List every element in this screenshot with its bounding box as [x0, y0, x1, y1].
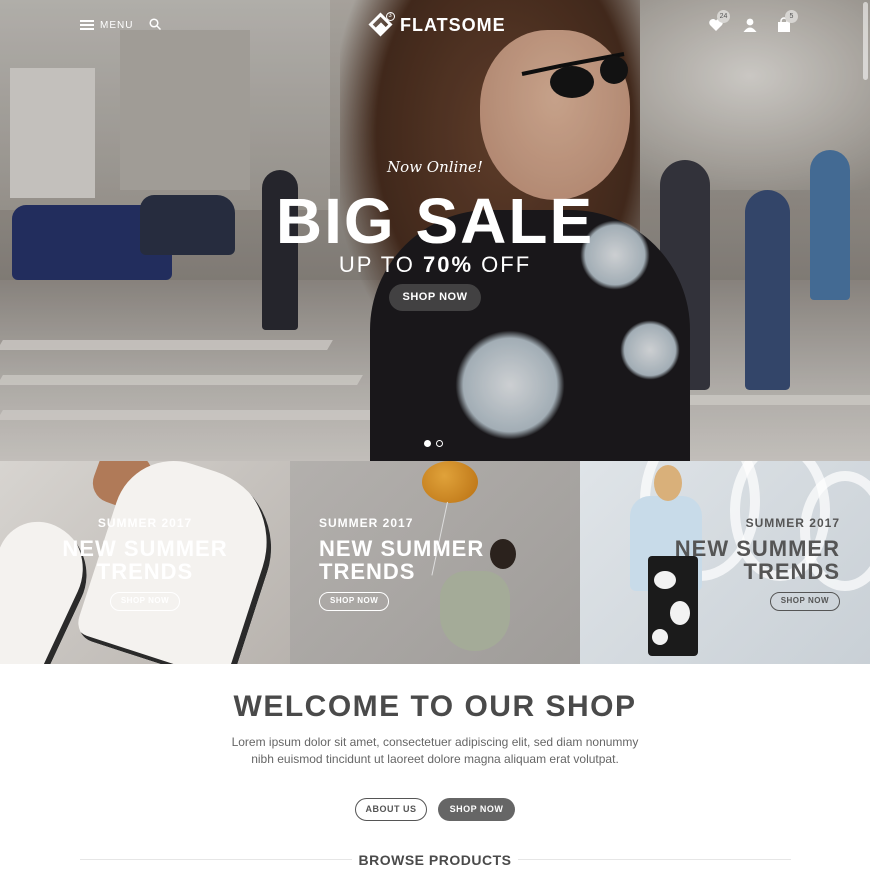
- banner-balloon[interactable]: SUMMER 2017 NEW SUMMER TRENDS SHOP NOW: [290, 461, 580, 664]
- banner-title-line: TRENDS: [96, 559, 194, 584]
- site-logo[interactable]: 3 FLATSOME: [368, 10, 506, 40]
- hero-subtitle-prefix: UP TO: [338, 252, 415, 277]
- logo-text: FLATSOME: [400, 14, 506, 35]
- banner-kicker: SUMMER 2017: [97, 516, 193, 530]
- user-icon[interactable]: [742, 17, 758, 33]
- banner-title: NEW SUMMER TRENDS: [56, 537, 234, 583]
- banner-title: NEW SUMMER TRENDS: [640, 537, 840, 583]
- search-icon[interactable]: [149, 18, 161, 30]
- balloon-image: [422, 461, 478, 503]
- logo-badge: 3: [386, 12, 395, 21]
- banner-kicker: SUMMER 2017: [745, 516, 840, 530]
- banner-model[interactable]: SUMMER 2017 NEW SUMMER TRENDS SHOP NOW: [580, 461, 870, 664]
- cart-count-badge: 5: [785, 10, 798, 23]
- hero-title: BIG SALE: [275, 185, 595, 257]
- wishlist-count-badge: 24: [717, 10, 730, 23]
- banner-shop-now-button[interactable]: SHOP NOW: [319, 592, 390, 611]
- banner-title-line: TRENDS: [319, 559, 416, 584]
- banner-shop-now-button[interactable]: SHOP NOW: [109, 592, 181, 611]
- slider-dots: [424, 440, 443, 447]
- banner-title: NEW SUMMER TRENDS: [319, 537, 519, 583]
- site-header: MENU 3 FLATSOME 24 5: [0, 0, 870, 80]
- banner-kicker: SUMMER 2017: [319, 516, 414, 530]
- hero-shop-now-button[interactable]: SHOP NOW: [389, 284, 481, 311]
- banner-title-line: NEW SUMMER: [319, 536, 485, 561]
- menu-button[interactable]: MENU: [80, 17, 133, 33]
- banner-title-line: NEW SUMMER: [62, 536, 228, 561]
- shop-now-button[interactable]: SHOP NOW: [438, 798, 515, 821]
- slider-dot[interactable]: [436, 440, 443, 447]
- banner-text: SUMMER 2017 NEW SUMMER TRENDS SHOP NOW: [640, 516, 840, 611]
- hamburger-icon: [80, 20, 94, 30]
- menu-label: MENU: [100, 19, 134, 31]
- slider-dot[interactable]: [424, 440, 431, 447]
- hero-subtitle-discount: 70%: [423, 252, 474, 277]
- skirt-flower: [652, 629, 668, 645]
- logo-icon: 3: [368, 12, 395, 38]
- banner-title-line: NEW SUMMER: [674, 536, 840, 561]
- banner-title-line: TRENDS: [743, 559, 840, 584]
- banner-text: SUMMER 2017 NEW SUMMER TRENDS SHOP NOW: [56, 516, 234, 611]
- browse-products-heading: BROWSE PRODUCTS: [358, 852, 512, 868]
- hero-subtitle-suffix: OFF: [481, 252, 532, 277]
- welcome-title: WELCOME TO OUR SHOP: [233, 690, 637, 723]
- about-us-button[interactable]: ABOUT US: [355, 798, 427, 821]
- banner-text: SUMMER 2017 NEW SUMMER TRENDS SHOP NOW: [319, 516, 519, 611]
- welcome-text: Lorem ipsum dolor sit amet, consectetuer…: [231, 735, 639, 766]
- banner-shop-now-button[interactable]: SHOP NOW: [769, 592, 840, 611]
- model-head: [654, 465, 682, 501]
- hero-subtitle: UP TO 70% OFF: [0, 252, 870, 278]
- banner-sneakers[interactable]: SUMMER 2017 NEW SUMMER TRENDS SHOP NOW: [0, 461, 290, 664]
- hero-kicker: Now Online!: [387, 158, 483, 176]
- page-scrollbar[interactable]: [863, 2, 868, 80]
